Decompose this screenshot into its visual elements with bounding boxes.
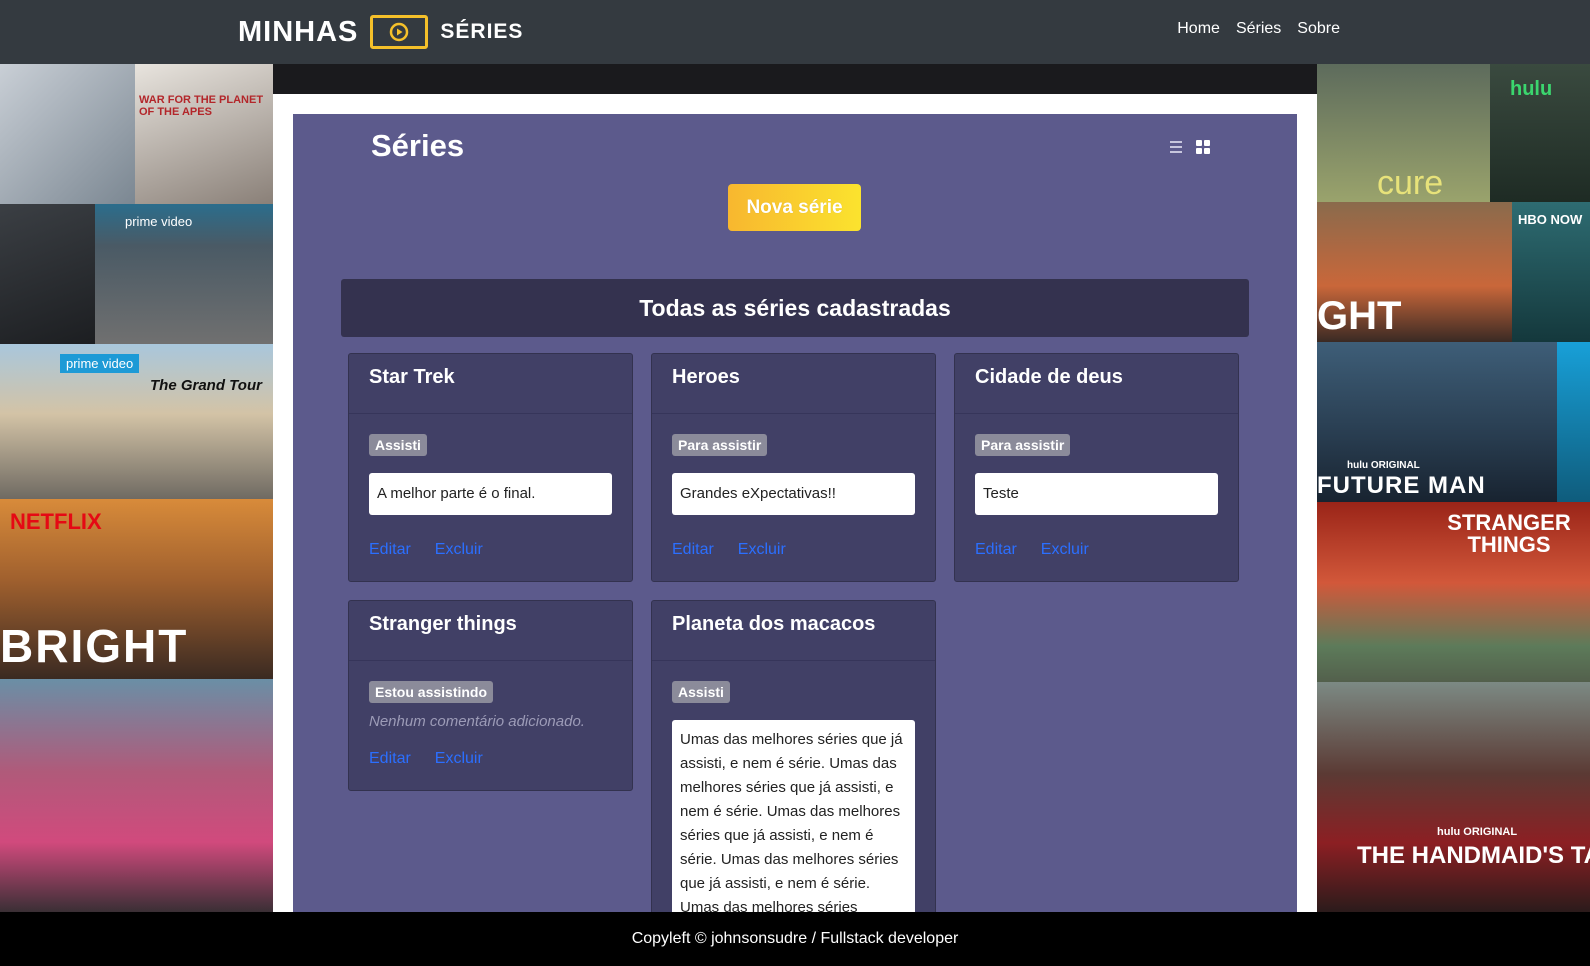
background-poster: GHT	[1317, 202, 1512, 342]
poster-title: prime video	[125, 214, 193, 229]
background-poster: STRANGER THINGS	[1317, 502, 1590, 682]
poster-title: STRANGER THINGS	[1447, 510, 1571, 557]
footer: Copyleft © johnsonsudre / Fullstack deve…	[0, 912, 1590, 966]
series-card: Planeta dos macacos Assisti Umas das mel…	[651, 600, 936, 912]
edit-link[interactable]: Editar	[369, 750, 411, 768]
delete-link[interactable]: Excluir	[1041, 541, 1089, 559]
section-header: Todas as séries cadastradas	[341, 279, 1249, 337]
poster-title: hulu ORIGINAL	[1347, 460, 1420, 471]
series-title: Star Trek	[349, 354, 632, 414]
page-title: Séries	[371, 128, 465, 163]
series-title: Stranger things	[349, 601, 632, 661]
brand-text-minhas: MINHAS	[238, 15, 359, 48]
brand-text-series: SÉRIES	[440, 20, 524, 43]
background-poster	[0, 679, 273, 912]
poster-title: HBO NOW	[1518, 212, 1583, 227]
series-comment: Grandes eXpectativas!!	[672, 473, 915, 515]
status-badge: Para assistir	[672, 434, 768, 456]
background-poster: cure	[1317, 64, 1490, 202]
view-toggle	[1170, 140, 1210, 154]
poster-title: WAR FOR THE PLANET OF THE APES	[139, 94, 264, 119]
background-poster: NETFLIX BRIGHT	[0, 499, 273, 679]
background-poster: hulu ORIGINAL FUTURE MAN	[1317, 342, 1557, 502]
top-navbar: MINHAS SÉRIES Home Séries Sobre	[0, 0, 1590, 64]
grid-icon[interactable]	[1196, 140, 1210, 154]
poster-title: hulu ORIGINAL	[1437, 826, 1518, 838]
background-poster	[0, 204, 95, 344]
background-poster	[273, 64, 1317, 94]
status-badge: Para assistir	[975, 434, 1071, 456]
poster-title: prime video	[60, 354, 140, 373]
poster-title: THE HANDMAID'S TALE	[1357, 842, 1590, 869]
background-poster	[0, 64, 135, 204]
poster-title: BRIGHT	[0, 620, 189, 672]
background-poster: hulu ORIGINAL THE HANDMAID'S TALE	[1317, 682, 1590, 912]
background-poster: prime video	[95, 204, 273, 344]
edit-link[interactable]: Editar	[672, 541, 714, 559]
list-icon[interactable]	[1170, 141, 1182, 153]
new-series-button[interactable]: Nova série	[728, 184, 861, 231]
status-badge: Assisti	[672, 681, 730, 703]
poster-title: The Grand Tour	[150, 377, 262, 394]
series-card: Stranger things Estou assistindo Nenhum …	[348, 600, 633, 791]
nav-series-link[interactable]: Séries	[1236, 20, 1281, 38]
edit-link[interactable]: Editar	[975, 541, 1017, 559]
series-card: Star Trek Assisti A melhor parte é o fin…	[348, 353, 633, 582]
nav-home-link[interactable]: Home	[1177, 20, 1220, 38]
series-card: Cidade de deus Para assistir Teste Edita…	[954, 353, 1239, 582]
delete-link[interactable]: Excluir	[435, 541, 483, 559]
series-comment: Teste	[975, 473, 1218, 515]
series-panel: Séries Nova série Todas as séries cadast…	[293, 114, 1297, 912]
series-title: Planeta dos macacos	[652, 601, 935, 661]
series-card: Heroes Para assistir Grandes eXpectativa…	[651, 353, 936, 582]
background-poster	[1557, 342, 1590, 502]
footer-text: Copyleft © johnsonsudre / Fullstack deve…	[631, 930, 959, 947]
play-logo-icon	[370, 15, 429, 49]
background-poster: HBO NOW	[1512, 202, 1590, 342]
series-comment: A melhor parte é o final.	[369, 473, 612, 515]
content-frame: Séries Nova série Todas as séries cadast…	[273, 94, 1317, 912]
delete-link[interactable]: Excluir	[435, 750, 483, 768]
main-nav: Home Séries Sobre	[1177, 20, 1340, 38]
series-comment: Umas das melhores séries que já assisti,…	[672, 720, 915, 912]
poster-title: NETFLIX	[10, 509, 102, 534]
delete-link[interactable]: Excluir	[738, 541, 786, 559]
series-title: Cidade de deus	[955, 354, 1238, 414]
background-poster: hulu	[1490, 64, 1590, 202]
edit-link[interactable]: Editar	[369, 541, 411, 559]
poster-title: hulu	[1510, 78, 1553, 100]
nav-about-link[interactable]: Sobre	[1297, 20, 1340, 38]
poster-title: FUTURE MAN	[1317, 472, 1486, 499]
status-badge: Assisti	[369, 434, 427, 456]
background-poster: WAR FOR THE PLANET OF THE APES	[135, 64, 273, 204]
series-title: Heroes	[652, 354, 935, 414]
brand-logo[interactable]: MINHAS SÉRIES	[238, 10, 523, 54]
status-badge: Estou assistindo	[369, 681, 494, 703]
background-poster: prime video The Grand Tour	[0, 344, 273, 499]
empty-comment: Nenhum comentário adicionado.	[369, 713, 585, 730]
